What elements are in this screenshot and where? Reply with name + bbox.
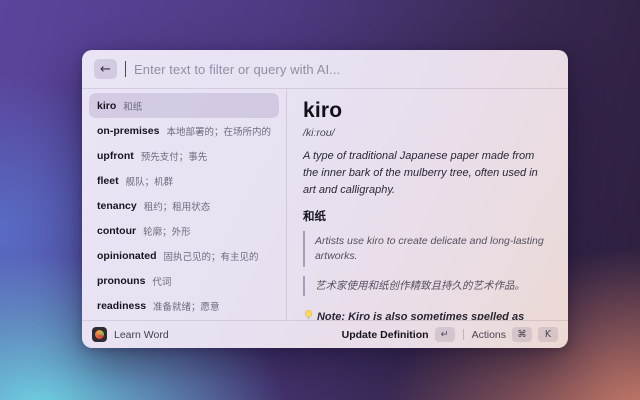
learn-word-window: ← Enter text to filter or query with AI.… [82, 50, 568, 348]
list-item-word: readiness [97, 299, 147, 312]
list-item-tenancy[interactable]: tenancy 租约；租用状态 [89, 193, 279, 218]
main-content: kiro 和纸 on-premises 本地部署的；在场所内的 upfront 预先支付；… [82, 89, 568, 320]
footer-actions: Update Definition ↵ Actions ⌘ K [342, 327, 558, 342]
back-arrow-icon: ← [100, 61, 111, 77]
cmd-key-badge: ⌘ [512, 327, 532, 342]
list-item-word: tenancy [97, 199, 137, 212]
pronunciation: /kiːroʊ/ [302, 127, 335, 139]
word-title: kiro [302, 99, 343, 122]
list-item-word: on-premises [97, 124, 160, 137]
list-item-translation: 代词 [152, 276, 172, 288]
list-item-readiness[interactable]: readiness 准备就绪；愿意 [89, 293, 279, 318]
example-quote-2: 艺术家使用和纸创作精致且持久的艺术作品。 [302, 275, 552, 297]
list-item-word: kiro [97, 99, 117, 112]
app-name: Learn Word [114, 328, 169, 341]
list-item-pronouns[interactable]: pronouns 代词 [89, 268, 279, 293]
list-item-on-premises[interactable]: on-premises 本地部署的；在场所内的 [89, 118, 279, 143]
list-item-fleet[interactable]: fleet 舰队；机群 [89, 168, 279, 193]
list-item-translation: 准备就绪；愿意 [153, 301, 220, 313]
word-list: kiro 和纸 on-premises 本地部署的；在场所内的 upfront 预先支付；… [82, 89, 287, 320]
list-item-word: contour [97, 224, 137, 237]
list-item-upfront[interactable]: upfront 预先支付；事先 [89, 143, 279, 168]
actions-button[interactable]: Actions [472, 329, 506, 341]
text-cursor [125, 61, 126, 77]
list-item-translation: 和纸 [123, 101, 143, 113]
search-bar: ← Enter text to filter or query with AI.… [82, 50, 568, 89]
lightbulb-icon [303, 309, 314, 320]
list-item-translation: 固执己见的；有主见的 [163, 251, 259, 263]
list-item-translation: 轮廓；外形 [143, 226, 191, 238]
list-item-translation: 舰队；机群 [125, 176, 174, 188]
update-definition-button[interactable]: Update Definition [342, 329, 429, 341]
list-item-translation: 租约；租用状态 [143, 201, 211, 213]
definition-panel: kiro /kiːroʊ/ A type of traditional Japa… [287, 89, 568, 320]
example-quote-1: Artists use kiro to create delicate and … [302, 231, 552, 267]
list-item-word: fleet [97, 174, 119, 187]
definition-text: A type of traditional Japanese paper mad… [302, 150, 538, 197]
footer-bar: Learn Word Update Definition ↵ Actions ⌘… [82, 320, 568, 348]
app-icon [92, 327, 107, 342]
footer-divider [462, 329, 464, 340]
list-item-translation: 本地部署的；在场所内的 [166, 126, 271, 138]
list-item-word: opinionated [97, 249, 157, 262]
desktop-background: ← Enter text to filter or query with AI.… [0, 0, 640, 400]
return-key-badge: ↵ [434, 327, 455, 342]
list-item-word: upfront [97, 149, 134, 162]
list-item-contour[interactable]: contour 轮廓；外形 [89, 218, 279, 243]
list-item-translation: 预先支付；事先 [140, 151, 208, 163]
note-text: Note: Kiro is also sometimes spelled as … [303, 308, 552, 320]
k-key-badge: K [538, 327, 558, 342]
list-item-kiro[interactable]: kiro 和纸 [89, 93, 279, 118]
list-item-word: pronouns [97, 274, 146, 287]
search-input[interactable]: Enter text to filter or query with AI... [134, 62, 556, 77]
example-quotes: Artists use kiro to create delicate and … [302, 231, 552, 297]
translation-heading: 和纸 [302, 211, 326, 224]
list-item-opinionated[interactable]: opinionated 固执己见的；有主见的 [89, 243, 279, 268]
note-label: Note: Kiro is also sometimes spelled as … [316, 311, 525, 320]
back-button[interactable]: ← [94, 59, 117, 79]
